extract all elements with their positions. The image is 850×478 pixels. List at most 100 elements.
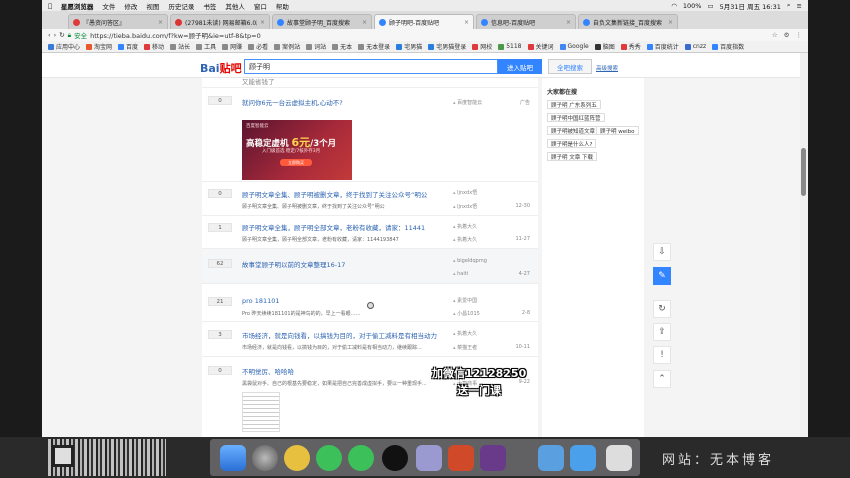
bookmark-item[interactable]: 宅男猫 — [396, 42, 422, 51]
thread-row-ad[interactable]: 0 就问你6元一台云虚拟主机,心动不? 百度智能云 广告 百度智能云 高稳定虚机… — [202, 88, 538, 182]
bookmark-item[interactable]: 应用中心 — [48, 42, 80, 51]
thread-author[interactable]: 素爱中国 — [453, 297, 477, 304]
thread-thumbnail[interactable] — [242, 392, 280, 432]
url-input[interactable]: https://tieba.baidu.com/f?kw=顾子明&ie=utf-… — [90, 30, 261, 40]
keyword-tag[interactable]: 顾子明 广东系列五 — [547, 100, 601, 109]
thread-row[interactable]: 又能省钱了 — [202, 78, 538, 88]
thread-author[interactable]: 百度智能云 — [453, 99, 482, 106]
printer-icon[interactable] — [416, 445, 442, 471]
menu-history[interactable]: 历史记录 — [168, 1, 194, 11]
back-icon[interactable]: ‹ — [48, 31, 51, 39]
list-icon[interactable]: ≡ — [797, 2, 802, 10]
extension-icon[interactable]: ⚙ — [784, 31, 790, 39]
close-icon[interactable]: × — [260, 19, 265, 26]
menu-help[interactable]: 帮助 — [276, 1, 289, 11]
clock[interactable]: 5月31日 周五 16:31 — [720, 1, 781, 11]
close-icon[interactable]: × — [668, 19, 673, 26]
menu-icon[interactable]: ⋮ — [796, 31, 803, 39]
bookmark-item[interactable]: 案例站 — [274, 42, 300, 51]
last-replier[interactable]: 小昌1015 — [453, 310, 480, 317]
report-icon[interactable]: ! — [653, 346, 671, 364]
refresh-icon[interactable]: ↻ — [653, 300, 671, 318]
thread-title[interactable]: 故事堂顾子明以前的文章整理16-17 — [242, 259, 345, 269]
menu-bookmarks[interactable]: 书签 — [203, 1, 216, 11]
close-icon[interactable]: × — [362, 19, 367, 26]
battery-icon[interactable]: ▭ — [707, 2, 713, 10]
menu-edit[interactable]: 修改 — [124, 1, 137, 11]
bookmark-item[interactable]: 站长 — [170, 42, 190, 51]
last-replier[interactable]: 执着大久 — [453, 236, 477, 243]
trash-icon[interactable] — [606, 445, 632, 471]
thread-title[interactable]: 市场经济，就是向钱看，以搞钱为目的，对于偷工减料是有相当动力 — [242, 330, 437, 340]
full-search-button[interactable]: 全吧搜索 — [548, 59, 592, 74]
wechat-icon[interactable] — [316, 445, 342, 471]
download-icon[interactable]: ⇩ — [653, 243, 671, 261]
bookmark-item[interactable]: 5118 — [498, 43, 522, 50]
close-icon[interactable]: × — [464, 19, 469, 26]
last-replier[interactable]: 菜猫王者 — [453, 344, 477, 351]
menu-people[interactable]: 其他人 — [225, 1, 245, 11]
tab-0[interactable]: 『愚资问答区』 × — [68, 14, 168, 29]
advanced-search-link[interactable]: 高级搜索 — [596, 64, 618, 72]
thread-row[interactable]: 0 顾子明文章全集、顾子明被删文章，终于找到了关注公众号“明公 顾子明文章全集、… — [202, 182, 538, 216]
thread-title[interactable]: 顾子明文章全集，顾子明全部文章，老粉有收藏，请家：11441 — [242, 222, 425, 232]
bookmark-item[interactable]: 工具 — [196, 42, 216, 51]
qq-icon[interactable] — [382, 445, 408, 471]
tab-3[interactable]: 顾子明吧-百度贴吧 × — [374, 14, 474, 29]
launchpad-icon[interactable] — [252, 445, 278, 471]
keyword-tag[interactable]: 顾子明被知道文章 — [547, 126, 600, 135]
menu-view[interactable]: 视图 — [146, 1, 159, 11]
thread-row[interactable]: 1 顾子明文章全集，顾子明全部文章，老粉有收藏，请家：11441 顾子明文章全集… — [202, 216, 538, 249]
keyword-tag[interactable]: 顾子明是什么人? — [547, 139, 597, 148]
close-icon[interactable]: × — [566, 19, 571, 26]
edit-icon[interactable]: ✎ — [653, 267, 671, 285]
powerpoint-icon[interactable] — [448, 445, 474, 471]
bookmark-item[interactable]: Google — [559, 43, 589, 50]
keyword-tag[interactable]: 顾子明 文章 下载 — [547, 152, 597, 161]
bookmark-item[interactable]: 百度指数 — [712, 42, 744, 51]
thread-title[interactable]: pro 181101 — [242, 297, 280, 305]
search-input[interactable]: 顾子明 — [244, 59, 498, 74]
scrollbar[interactable] — [800, 53, 808, 437]
bookmark-item[interactable]: 淘宝网 — [86, 42, 112, 51]
thread-row[interactable]: 3 市场经济，就是向钱看，以搞钱为目的，对于偷工减料是有相当动力 市场经济，就是… — [202, 322, 538, 357]
bookmark-item[interactable]: 百度统计 — [646, 42, 679, 51]
thread-row[interactable]: 62 故事堂顾子明以前的文章整理16-17 bigeldqpmg haiti 4… — [202, 249, 538, 284]
bookmark-item[interactable]: 百度 — [118, 42, 138, 51]
back-to-top-icon[interactable]: ⌃ — [653, 370, 671, 388]
enter-bar-button[interactable]: 进入贴吧 — [498, 59, 542, 74]
tab-4[interactable]: 信息吧-百度贴吧 × — [476, 14, 576, 29]
reload-icon[interactable]: ↻ — [59, 31, 64, 39]
folder-icon[interactable] — [570, 445, 596, 471]
bookmark-item[interactable]: 无本 — [332, 42, 352, 51]
menu-window[interactable]: 窗口 — [254, 1, 267, 11]
last-replier[interactable]: ljnxdx悟 — [453, 203, 477, 210]
star-app-icon[interactable] — [284, 445, 310, 471]
downloads-folder-icon[interactable] — [538, 445, 564, 471]
search-icon[interactable]: ⌕ — [787, 1, 791, 10]
bookmark-item[interactable]: 网校 — [472, 42, 492, 51]
forward-icon[interactable]: › — [54, 31, 57, 39]
apple-icon[interactable]:  — [48, 2, 52, 10]
bookmark-item[interactable]: 宅男猫登录 — [428, 42, 466, 51]
last-replier[interactable]: haiti — [453, 271, 468, 277]
bookmark-item[interactable]: 秀秀 — [620, 42, 641, 51]
ad-buy-button[interactable]: 立即购买 — [280, 159, 312, 166]
menu-file[interactable]: 文件 — [102, 1, 115, 11]
wechat-icon-2[interactable] — [348, 445, 374, 471]
scrollbar-thumb[interactable] — [801, 148, 806, 196]
bookmark-item[interactable]: 词站 — [306, 42, 326, 51]
thread-author[interactable]: bigeldqpmg — [453, 258, 487, 264]
ad-banner[interactable]: 百度智能云 高稳定虚机 6元/3个月 入门级首选 稳定/7核外存3月 立即购买 — [242, 120, 352, 180]
bookmark-item[interactable]: 关键词 — [527, 42, 554, 51]
thread-title[interactable]: 就问你6元一台云虚拟主机,心动不? — [242, 97, 343, 107]
wifi-icon[interactable]: ◠ — [671, 2, 677, 10]
keyword-tag[interactable]: 顾子明 weibo — [596, 126, 639, 135]
bookmark-item[interactable]: cnzz — [684, 43, 706, 50]
menu-app-name[interactable]: 星愿浏览器 — [61, 1, 94, 11]
bookmark-item[interactable]: 无本登录 — [358, 42, 390, 51]
thread-author[interactable]: ljnxdx悟 — [453, 189, 477, 196]
thread-author[interactable]: 执着大久 — [453, 330, 477, 337]
tab-5[interactable]: 自负文集新链接_百度搜索 × — [578, 14, 678, 29]
thread-title[interactable]: 顾子明文章全集、顾子明被删文章，终于找到了关注公众号“明公 — [242, 189, 427, 199]
